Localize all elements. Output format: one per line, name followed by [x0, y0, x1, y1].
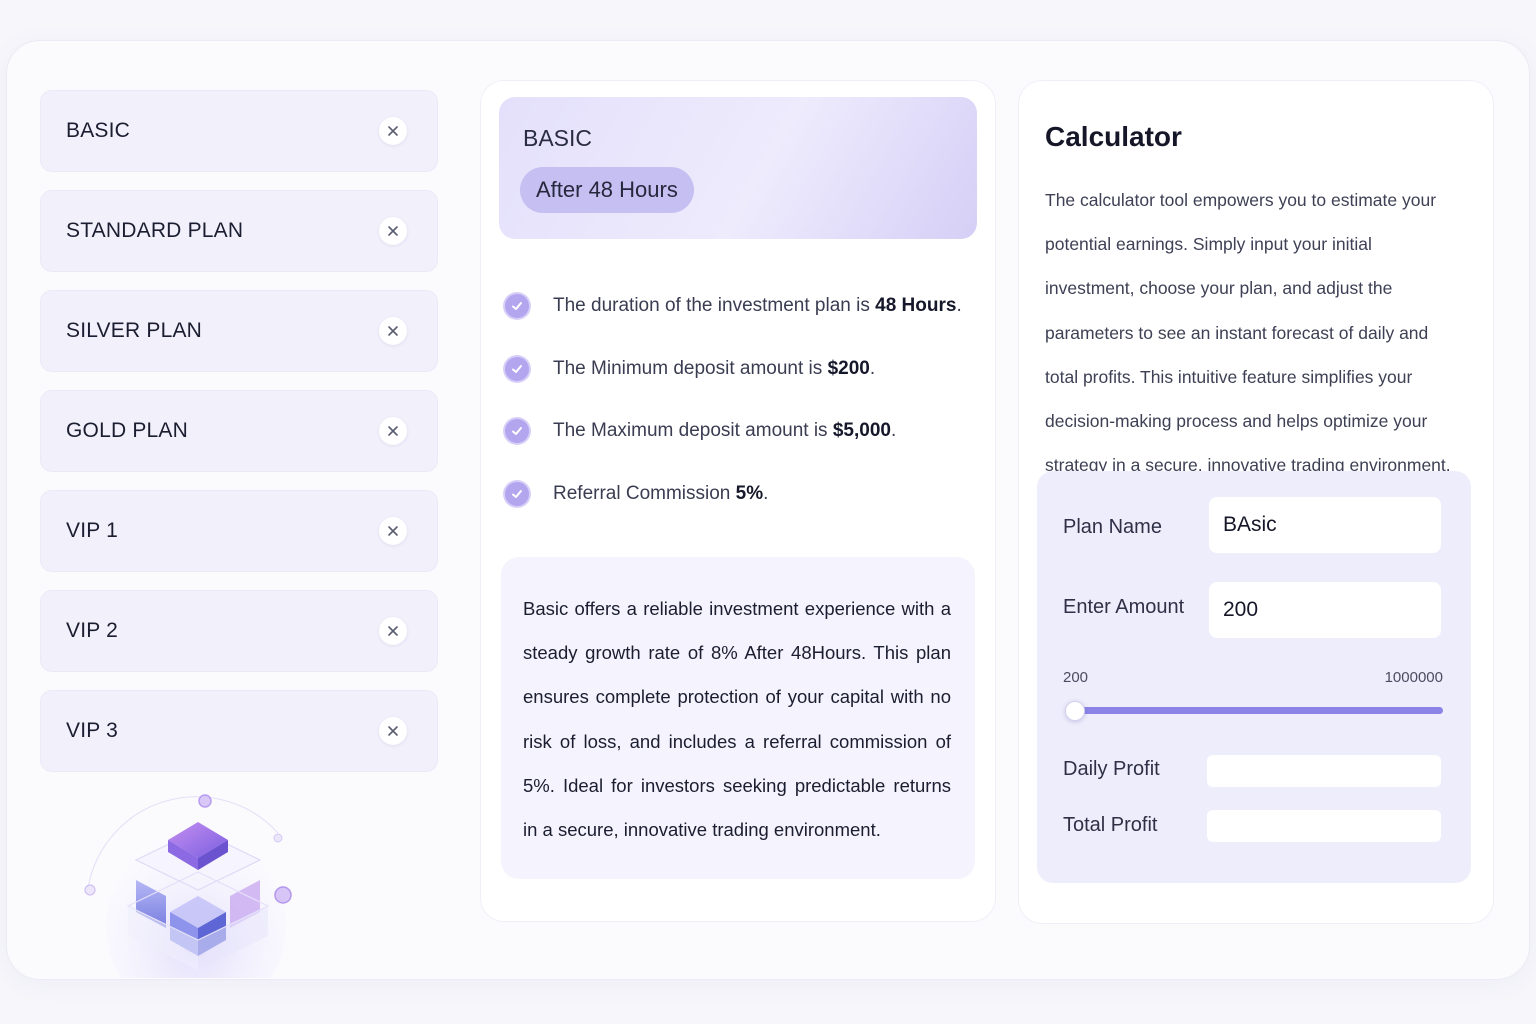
plan-name-input[interactable] [1209, 497, 1441, 553]
close-icon[interactable] [379, 517, 407, 545]
plan-item-basic[interactable]: BASIC [40, 90, 438, 172]
plan-name-label: Plan Name [1063, 516, 1162, 538]
check-circle-icon [505, 294, 529, 318]
amount-label: Enter Amount [1063, 596, 1185, 618]
range-max-label: 1000000 [1384, 669, 1443, 686]
total-profit-label: Total Profit [1063, 814, 1158, 836]
plan-item-silver[interactable]: SILVER PLAN [40, 290, 438, 372]
plan-item-label: VIP 1 [66, 519, 118, 542]
plan-item-vip-3[interactable]: VIP 3 [40, 690, 438, 772]
cubes-illustration [78, 788, 298, 978]
plan-item-label: SILVER PLAN [66, 319, 203, 342]
plan-description: Basic offers a reliable investment exper… [523, 598, 951, 841]
calculator-title: Calculator [1045, 121, 1182, 152]
amount-slider[interactable] [1065, 701, 1443, 721]
close-icon[interactable] [379, 617, 407, 645]
daily-profit-output [1207, 755, 1441, 787]
close-icon[interactable] [379, 117, 407, 145]
check-circle-icon [505, 481, 529, 506]
plan-details-panel: BASIC After 48 Hours The duration of the… [480, 80, 996, 922]
slider-thumb[interactable] [1065, 701, 1085, 721]
plan-title: BASIC [523, 125, 593, 151]
feature-text: The Minimum deposit amount is $200. [553, 357, 876, 379]
calculator-panel: Calculator The calculator tool empowers … [1018, 80, 1494, 924]
close-icon[interactable] [379, 217, 407, 245]
close-icon[interactable] [379, 717, 407, 745]
daily-profit-label: Daily Profit [1063, 758, 1160, 780]
feature-text: Referral Commission 5%. [553, 482, 769, 504]
plan-header-card: BASIC After 48 Hours [499, 97, 977, 239]
feature-text: The Maximum deposit amount is $5,000. [553, 420, 897, 441]
close-icon[interactable] [379, 417, 407, 445]
check-circle-icon [505, 419, 529, 443]
amount-input[interactable] [1209, 582, 1441, 638]
plan-list: BASIC STANDARD PLAN SILVER PLAN GOLD PLA… [40, 90, 438, 790]
plan-item-label: STANDARD PLAN [66, 219, 244, 242]
calculator-form: Plan Name Enter Amount 200 1000000 Daily… [1037, 471, 1471, 883]
plan-item-standard[interactable]: STANDARD PLAN [40, 190, 438, 272]
check-circle-icon [505, 356, 529, 381]
plan-item-gold[interactable]: GOLD PLAN [40, 390, 438, 472]
plan-item-label: VIP 3 [66, 719, 118, 742]
feature-text: The duration of the investment plan is 4… [553, 295, 962, 316]
calculator-intro: The calculator tool empowers you to esti… [1045, 190, 1451, 476]
plan-item-vip-2[interactable]: VIP 2 [40, 590, 438, 672]
close-icon[interactable] [379, 317, 407, 345]
duration-badge: After 48 Hours [520, 167, 694, 213]
range-min-label: 200 [1063, 669, 1089, 686]
plan-item-label: VIP 2 [66, 619, 118, 642]
plan-item-vip-1[interactable]: VIP 1 [40, 490, 438, 572]
plan-item-label: BASIC [66, 119, 131, 142]
total-profit-output [1207, 810, 1441, 842]
plan-item-label: GOLD PLAN [66, 419, 189, 442]
plan-description-card: Basic offers a reliable investment exper… [501, 557, 975, 879]
